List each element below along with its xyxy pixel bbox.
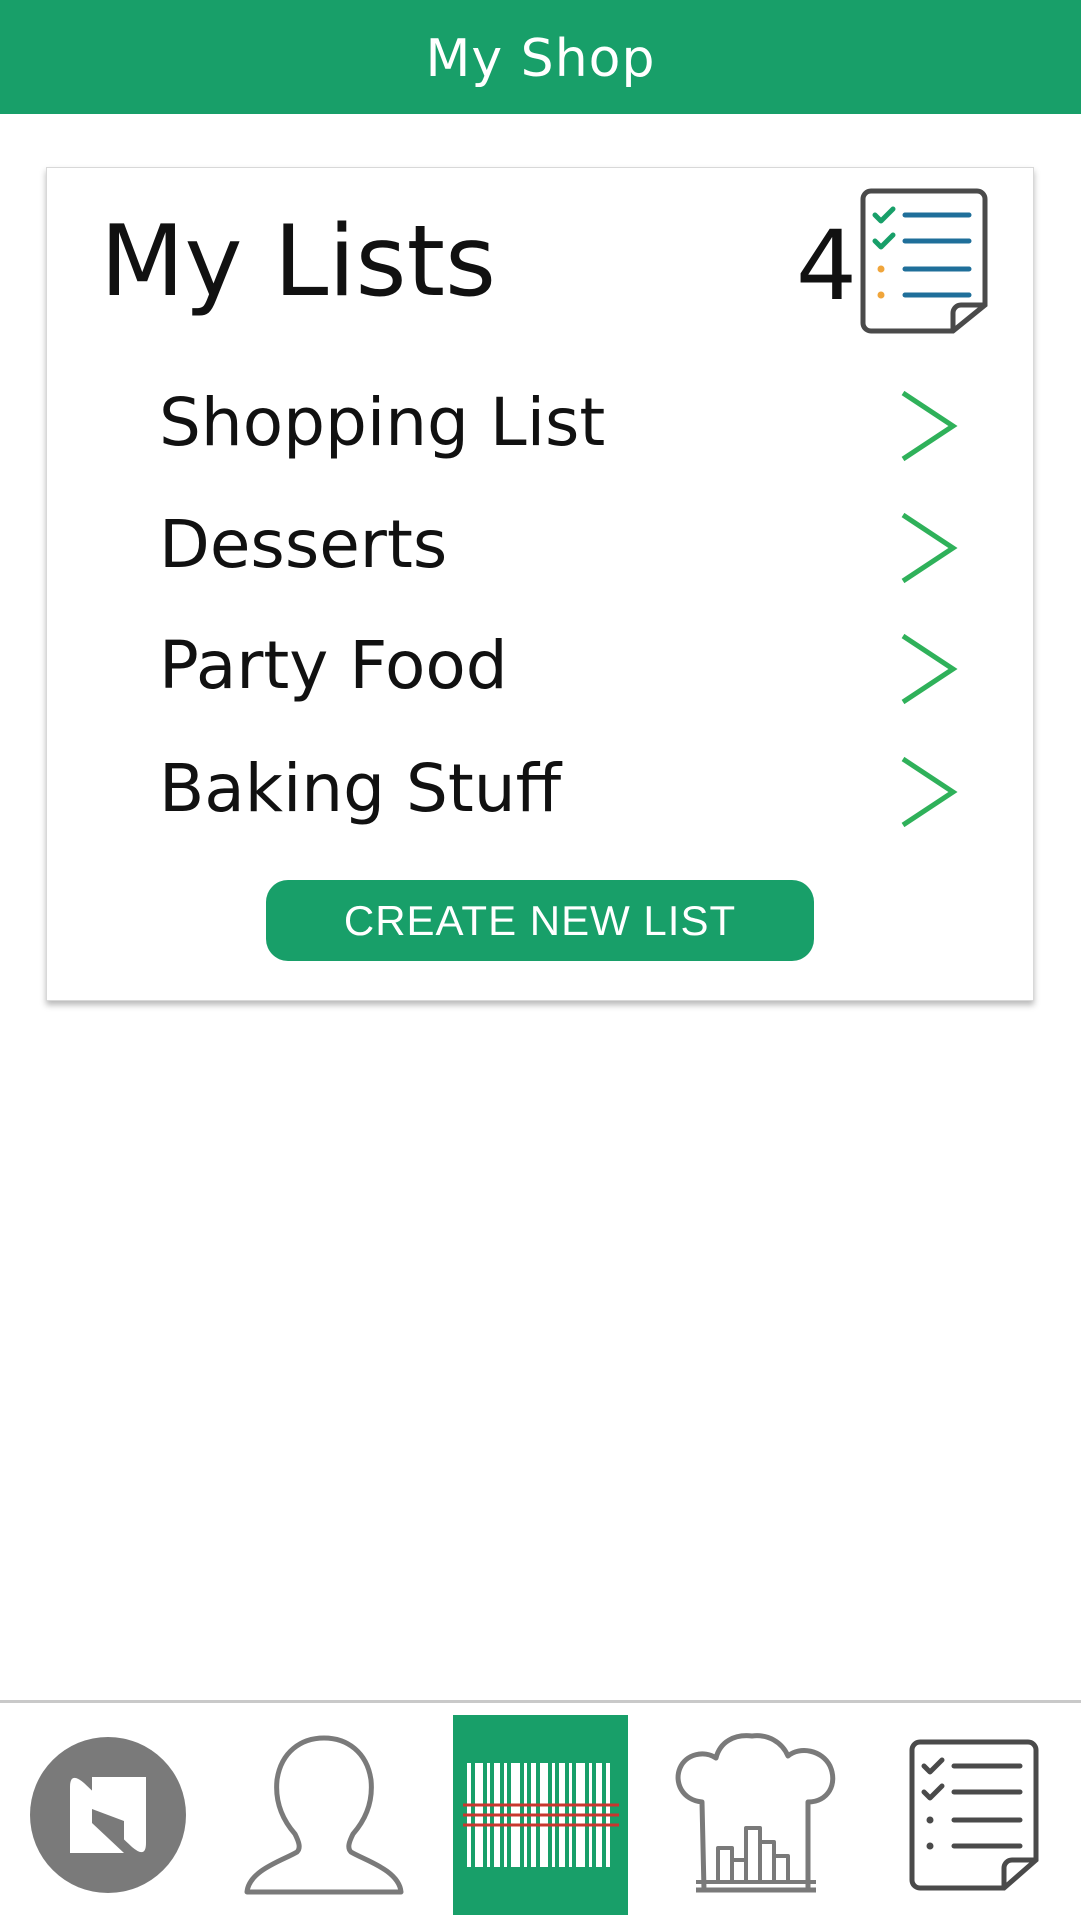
list-item-label: Baking Stuff: [159, 750, 562, 827]
nav-lists-button[interactable]: [902, 1715, 1046, 1915]
create-new-list-label: CREATE NEW LIST: [343, 896, 737, 944]
app-title: My Shop: [425, 29, 656, 89]
my-lists-title: My Lists: [100, 205, 497, 319]
chevron-right-icon: [901, 512, 958, 584]
app-logo-icon: [30, 1737, 186, 1893]
list-item-desserts[interactable]: Desserts: [47, 491, 1033, 601]
profile-icon: [244, 1735, 404, 1895]
list-item-baking-stuff[interactable]: Baking Stuff: [47, 735, 1033, 845]
list-item-label: Desserts: [159, 506, 448, 583]
lists-count: 4: [795, 210, 857, 322]
barcode-scanner-icon: [462, 1763, 619, 1867]
checklist-icon: [909, 1739, 1039, 1891]
chef-hat-icon: [675, 1733, 836, 1893]
list-item-shopping-list[interactable]: Shopping List: [47, 369, 1033, 479]
bottom-nav-bar: [0, 1700, 1081, 1921]
nav-home-button[interactable]: [24, 1715, 192, 1915]
chevron-right-icon: [901, 756, 958, 828]
create-new-list-button[interactable]: CREATE NEW LIST: [266, 880, 814, 961]
chevron-right-icon: [901, 633, 958, 705]
my-lists-card: My Lists 4 Shopping List Desserts Party …: [46, 167, 1034, 1001]
app-header: My Shop: [0, 0, 1081, 114]
list-item-party-food[interactable]: Party Food: [47, 612, 1033, 722]
nav-recipes-button[interactable]: [672, 1715, 840, 1915]
list-item-label: Party Food: [159, 627, 508, 704]
nav-profile-button[interactable]: [238, 1715, 410, 1915]
nav-scan-button[interactable]: [453, 1715, 628, 1915]
list-item-label: Shopping List: [159, 384, 606, 461]
checklist-icon: [860, 188, 988, 334]
chevron-right-icon: [901, 390, 958, 462]
